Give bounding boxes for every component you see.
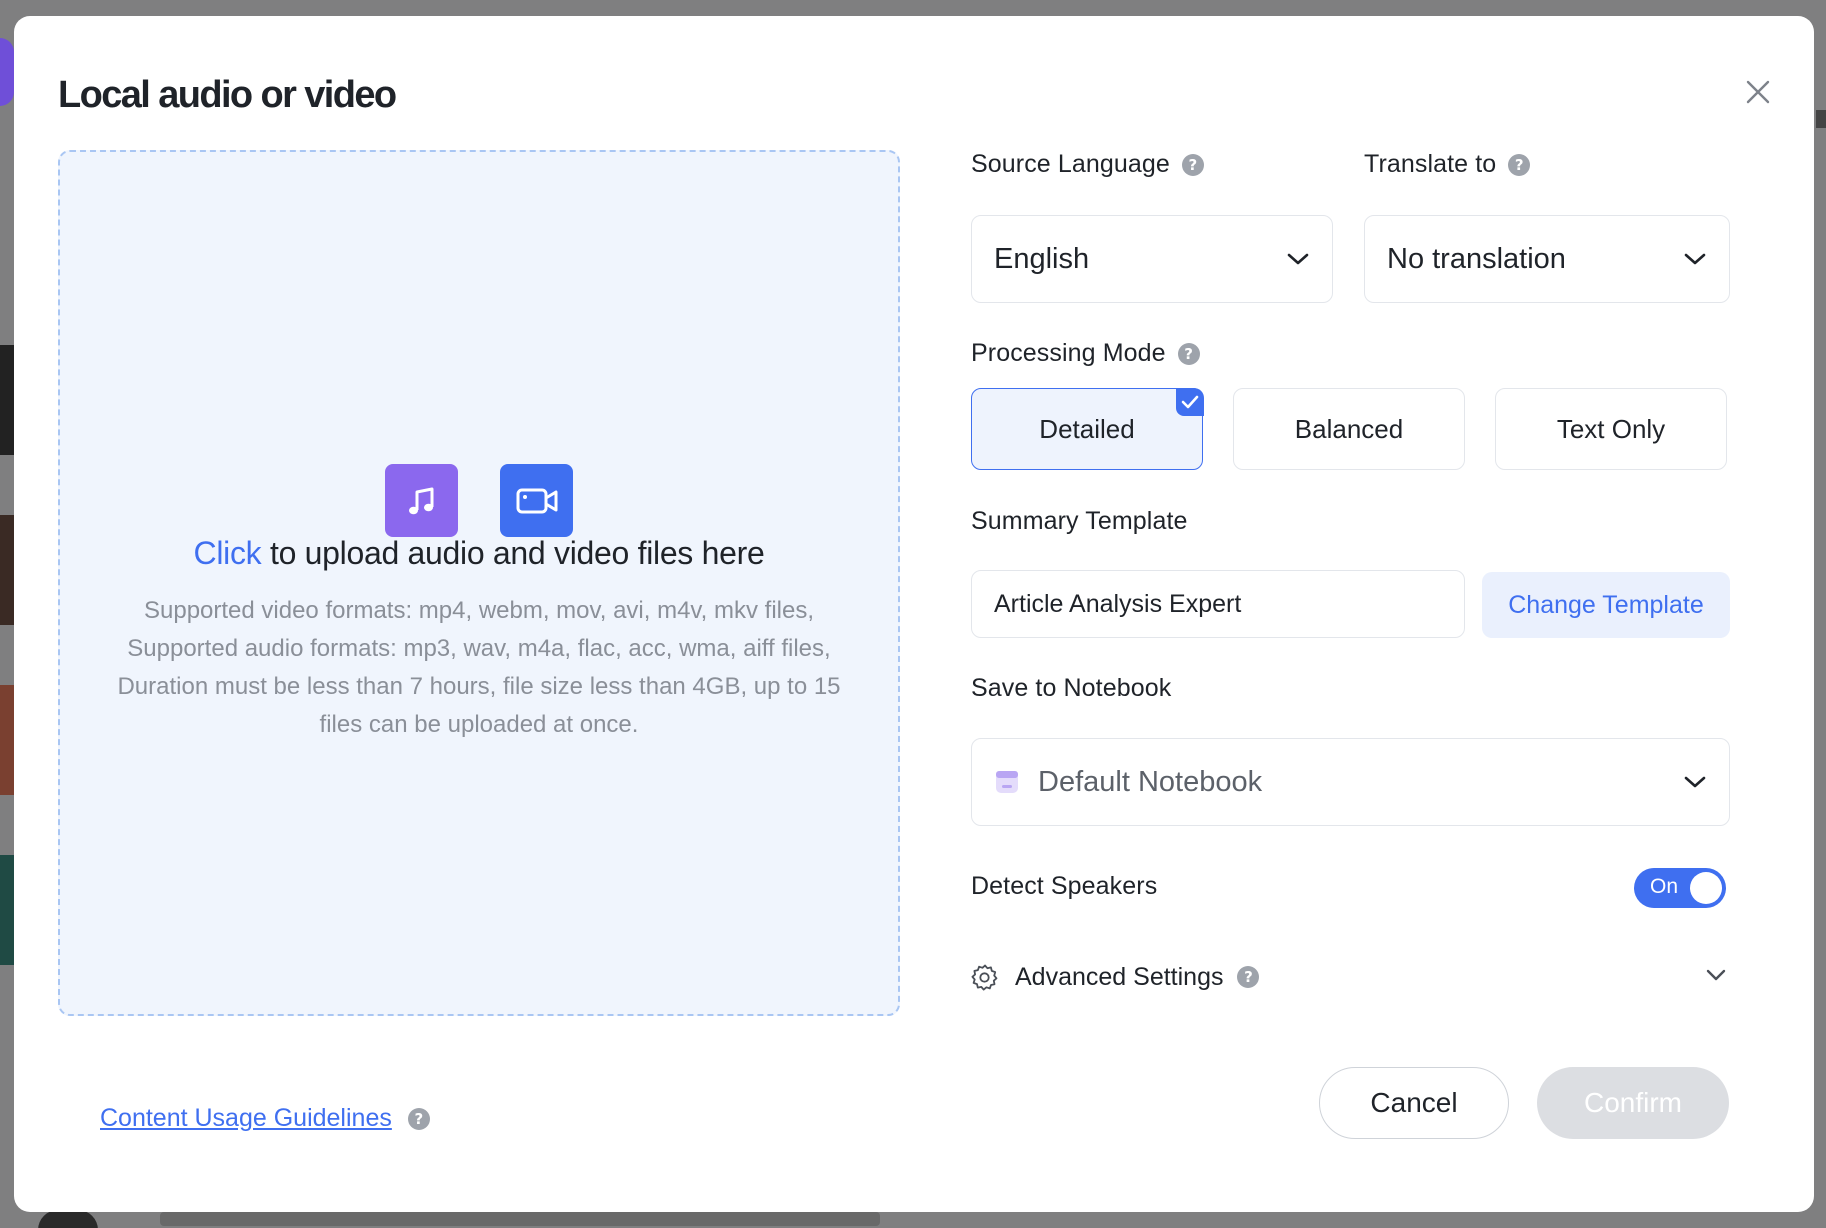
backdrop-thumbnail (0, 515, 14, 625)
summary-template-label: Summary Template (971, 507, 1188, 536)
close-icon (1746, 80, 1770, 104)
change-template-button[interactable]: Change Template (1482, 572, 1730, 638)
mode-text-only-button[interactable]: Text Only (1495, 388, 1727, 470)
save-to-notebook-label: Save to Notebook (971, 674, 1171, 703)
chevron-down-icon (1286, 251, 1310, 267)
chevron-down-icon (1705, 968, 1727, 987)
upload-headline-text: to upload audio and video files here (261, 535, 765, 571)
music-note-icon (385, 464, 458, 537)
cancel-button[interactable]: Cancel (1319, 1067, 1509, 1139)
backdrop-avatar (38, 1210, 98, 1228)
upload-dropzone[interactable]: Click to upload audio and video files he… (58, 150, 900, 1016)
upload-headline: Click to upload audio and video files he… (60, 535, 898, 572)
mode-balanced-button[interactable]: Balanced (1233, 388, 1465, 470)
chevron-down-icon (1683, 251, 1707, 267)
save-to-notebook-label-text: Save to Notebook (971, 674, 1172, 702)
video-camera-icon (500, 464, 573, 537)
notebook-value: Default Notebook (1038, 765, 1263, 798)
help-icon[interactable]: ? (1237, 966, 1260, 988)
backdrop-thumbnail (0, 345, 14, 455)
toggle-knob (1690, 872, 1722, 904)
mode-detailed-label: Detailed (1039, 413, 1135, 444)
source-language-select[interactable]: English (971, 215, 1333, 303)
check-icon (1175, 387, 1204, 416)
close-button[interactable] (1738, 72, 1778, 112)
dialog-title: Local audio or video (58, 74, 397, 116)
summary-template-field[interactable]: Article Analysis Expert (971, 570, 1465, 638)
backdrop-avatar (0, 38, 14, 106)
help-icon[interactable]: ? (1177, 342, 1200, 365)
summary-template-value: Article Analysis Expert (994, 589, 1242, 618)
translate-to-select[interactable]: No translation (1364, 215, 1730, 303)
confirm-button[interactable]: Confirm (1537, 1067, 1729, 1139)
detect-speakers-label: Detect Speakers (971, 872, 1157, 901)
help-icon[interactable]: ? (1508, 153, 1531, 176)
upload-dialog: Local audio or video Click to upload aud… (14, 16, 1814, 1212)
translate-to-label-text: Translate to (1364, 150, 1497, 178)
toggle-state-text: On (1650, 875, 1679, 898)
source-language-label-text: Source Language (971, 150, 1170, 178)
upload-icons (60, 464, 898, 537)
mode-detailed-button[interactable]: Detailed (971, 387, 1204, 470)
backdrop-text-fragment (1816, 110, 1826, 128)
backdrop-text-fragment (160, 1212, 880, 1226)
mode-text-only-label: Text Only (1556, 413, 1666, 444)
notebook-icon (996, 771, 1018, 793)
translate-to-value: No translation (1387, 242, 1566, 275)
source-language-label: Source Language ? (971, 150, 1204, 179)
gear-icon (971, 964, 998, 991)
upload-click-link[interactable]: Click (194, 535, 262, 571)
chevron-down-icon (1683, 774, 1707, 790)
processing-mode-label: Processing Mode ? (971, 339, 1200, 368)
backdrop-thumbnail (0, 855, 14, 965)
upload-format-description: Supported video formats: mp4, webm, mov,… (117, 597, 841, 738)
detect-speakers-toggle[interactable]: On (1634, 868, 1726, 908)
processing-mode-label-text: Processing Mode (971, 339, 1166, 367)
backdrop-thumbnail (0, 685, 14, 795)
mode-balanced-label: Balanced (1294, 413, 1404, 444)
content-guidelines: Content Usage Guidelines ? (100, 1104, 430, 1133)
help-icon[interactable]: ? (407, 1107, 430, 1130)
content-usage-guidelines-link[interactable]: Content Usage Guidelines (100, 1104, 392, 1133)
advanced-settings-label: Advanced Settings (1015, 962, 1224, 991)
advanced-settings-expander[interactable]: Advanced Settings ? (971, 954, 1731, 1000)
notebook-select[interactable]: Default Notebook (971, 738, 1730, 826)
detect-speakers-label-text: Detect Speakers (971, 872, 1158, 900)
help-icon[interactable]: ? (1181, 153, 1204, 176)
source-language-value: English (994, 242, 1090, 275)
summary-template-label-text: Summary Template (971, 507, 1188, 535)
translate-to-label: Translate to ? (1364, 150, 1531, 179)
